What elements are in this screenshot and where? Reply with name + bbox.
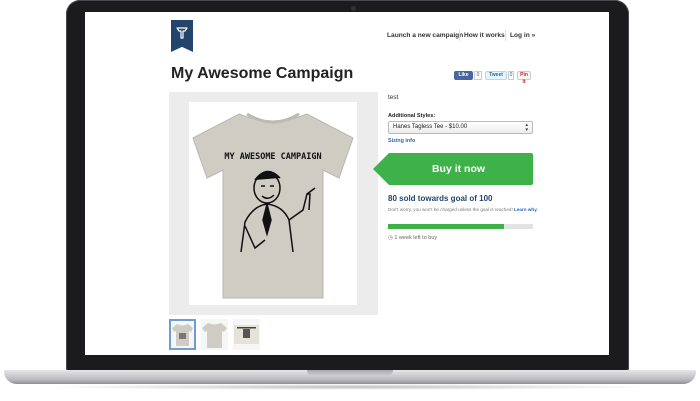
shirt-print-text: MY AWESOME CAMPAIGN: [224, 152, 321, 162]
thumbnail-back[interactable]: [201, 319, 228, 350]
product-image-panel: MY AWESOME CAMPAIGN: [169, 92, 378, 315]
thumbnail-front[interactable]: [169, 319, 196, 350]
goal-progress-bar: [388, 224, 533, 229]
laptop-base-notch: [307, 370, 393, 376]
nav-divider: [459, 30, 460, 41]
browser-screen: Launch a new campaign How it works Log i…: [85, 12, 609, 355]
nav-log-in[interactable]: Log in »: [510, 32, 535, 39]
nav-launch-campaign[interactable]: Launch a new campaign: [387, 32, 463, 39]
facebook-like-label: Like: [458, 72, 469, 78]
sales-goal-headline: 80 sold towards goal of 100: [388, 194, 493, 203]
campaign-description: test: [388, 94, 399, 101]
tshirt-illustration: MY AWESOME CAMPAIGN: [192, 112, 354, 299]
tweet-button[interactable]: Tweet: [485, 71, 507, 80]
facebook-like-count: 0: [474, 71, 482, 80]
goal-progress-fill: [388, 224, 504, 229]
time-left: ◷ 1 week left to buy: [388, 235, 437, 241]
time-left-text: 1 week left to buy: [394, 235, 438, 241]
sizing-info-link[interactable]: Sizing info: [388, 138, 415, 144]
thumbnail-detail-image: [234, 325, 259, 344]
product-image[interactable]: MY AWESOME CAMPAIGN: [189, 102, 357, 305]
learn-why-link[interactable]: Learn why.: [514, 207, 538, 212]
thumbnail-back-image: [202, 323, 227, 348]
nav-divider: [505, 30, 506, 41]
tweet-label: Tweet: [489, 72, 503, 78]
additional-styles-label: Additional Styles:: [388, 113, 436, 119]
charge-note: Don't worry, you won't be charged unless…: [388, 207, 538, 213]
buy-it-now-button[interactable]: Buy it now: [373, 153, 544, 185]
page-title: My Awesome Campaign: [171, 65, 354, 82]
nav-how-it-works[interactable]: How it works: [464, 32, 505, 39]
style-select[interactable]: Hanes Tagless Tee - $10.00 ▲ ▼: [388, 121, 533, 134]
thumbnail-front-image: [172, 324, 193, 346]
pinterest-label: Pin it: [520, 72, 528, 85]
select-arrows-icon: ▲ ▼: [524, 122, 529, 132]
style-select-value: Hanes Tagless Tee - $10.00: [393, 124, 468, 130]
logo-icon[interactable]: [171, 20, 193, 52]
facebook-like-button[interactable]: Like: [454, 71, 473, 80]
tweet-count: 0: [508, 71, 514, 80]
laptop-shadow: [40, 384, 660, 390]
laptop-camera: [351, 6, 356, 11]
thumbnail-detail[interactable]: [233, 319, 260, 350]
charge-note-text: Don't worry, you won't be charged unless…: [388, 207, 513, 212]
clock-icon: ◷: [388, 235, 393, 241]
pinterest-button[interactable]: Pin it: [517, 71, 531, 85]
